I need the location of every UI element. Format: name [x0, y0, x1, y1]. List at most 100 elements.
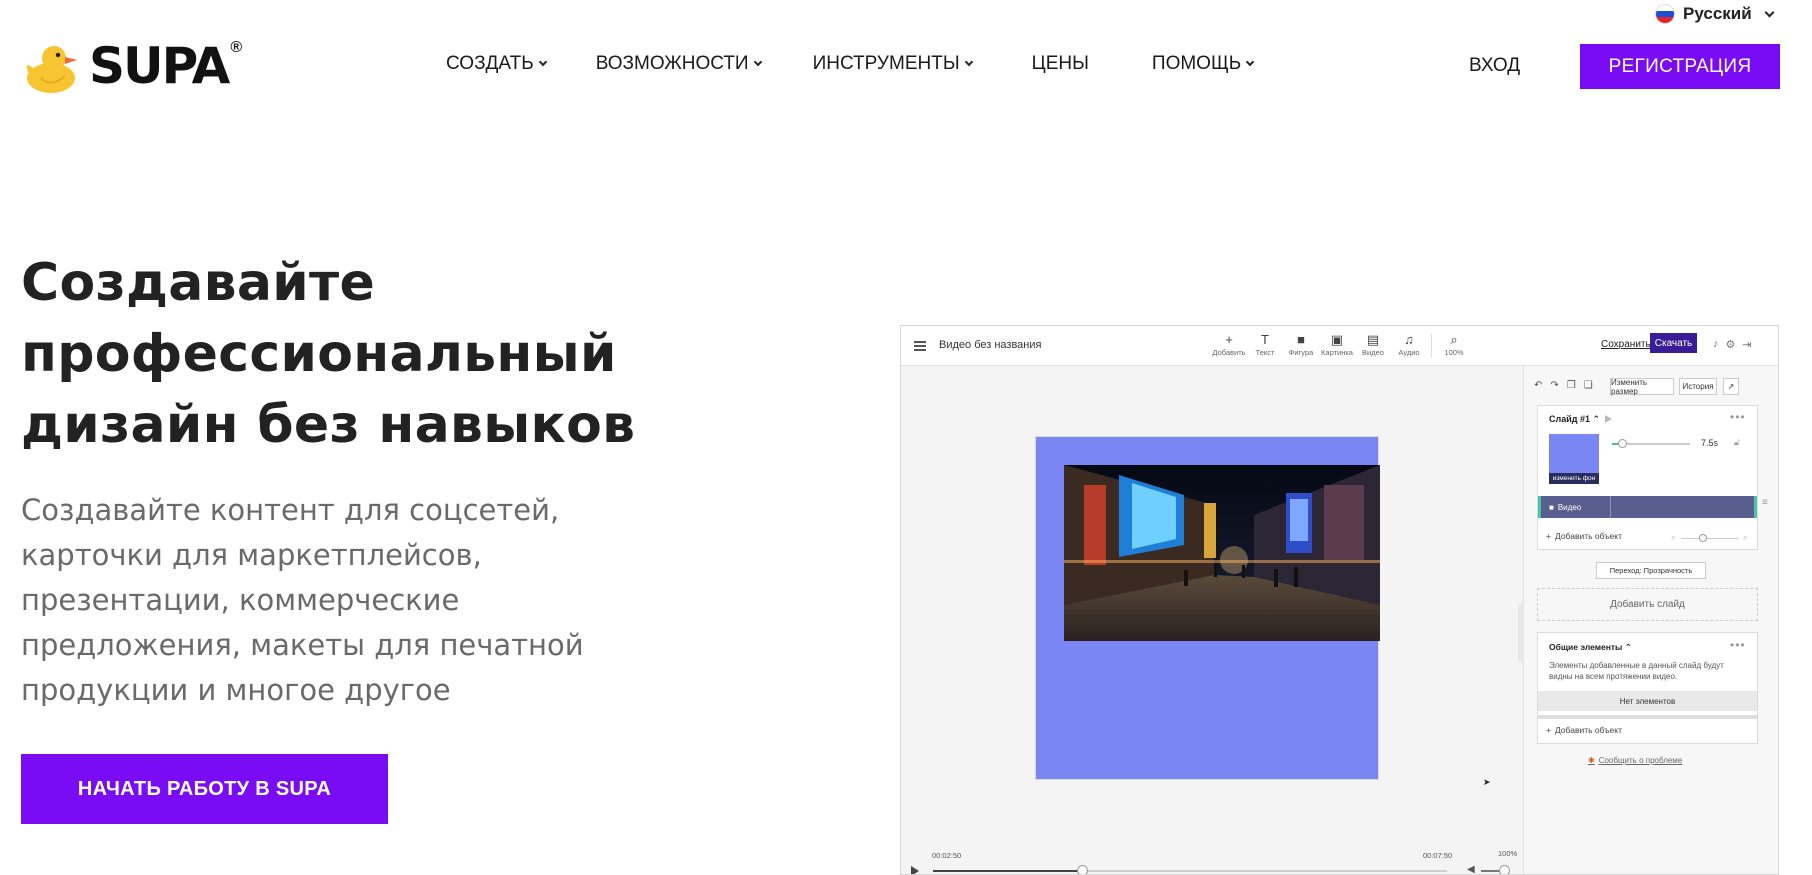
tool-image[interactable]: ▣ Картинка [1319, 332, 1355, 358]
hero-subtitle-line: продукции и многое другое [21, 673, 451, 707]
cursor-icon: ➤ [1483, 777, 1491, 787]
duck-logo-icon [26, 46, 77, 93]
hero-subtitle-line: карточки для маркетплейсов, [21, 538, 482, 572]
external-link-icon[interactable]: ↗ [1723, 378, 1739, 395]
timeline-track[interactable] [933, 865, 1447, 874]
tool-label: Текст [1255, 348, 1275, 357]
slides-panel: ↶ ↷ ❐ ❏ Изменить размер История ↗ Слайд … [1524, 366, 1778, 874]
add-slide-button[interactable]: Добавить слайд [1537, 588, 1758, 621]
tool-label: Аудио [1398, 348, 1420, 357]
editor-preview: Видео без названия + Добавить T Текст ■ Фиг… [900, 325, 1779, 875]
city-street-image [1064, 465, 1380, 641]
tool-add[interactable]: + Добавить [1211, 332, 1247, 358]
tool-label: 100% [1444, 348, 1464, 357]
common-elements-title[interactable]: Общие элементы ⌃ [1549, 642, 1632, 653]
history-button[interactable]: История [1679, 378, 1717, 395]
toolbar-icons: ♪ ⚙ ⇥ [1713, 338, 1752, 351]
zoom-out-icon[interactable]: ⌕ [1671, 533, 1675, 542]
chevron-up-icon[interactable]: ⌃ [1593, 414, 1601, 424]
russia-flag-icon [1655, 4, 1675, 24]
hero-subtitle-line: Создавайте контент для соцсетей, [21, 493, 560, 527]
current-time: 00:02:50 [932, 851, 962, 860]
login-link[interactable]: ВХОД [1469, 55, 1520, 77]
report-problem-label: Сообщить о проблеме [1598, 756, 1683, 765]
video-layer-label: Видео [1557, 502, 1582, 512]
chevron-down-icon [1764, 7, 1775, 17]
slide-canvas[interactable] [1035, 436, 1380, 780]
video-segment-divider [1610, 496, 1611, 518]
duration-slider[interactable] [1612, 439, 1690, 448]
chevron-down-icon [753, 57, 762, 67]
slide-thumbnail[interactable]: изменить фон [1549, 434, 1599, 484]
chevron-down-icon [538, 57, 547, 67]
timeline: 00:02:50 00:07:50 100% ◀ [901, 846, 1523, 874]
tool-zoom[interactable]: ⌕ 100% [1436, 332, 1472, 358]
volume-icon[interactable]: ◀ [1467, 864, 1475, 874]
timeline-progress [933, 870, 1083, 872]
video-layer[interactable]: ■ Видео [1538, 496, 1757, 518]
bell-icon[interactable]: ♪ [1713, 338, 1719, 351]
hero-title-line: дизайн без навыков [21, 395, 636, 455]
editor-toolbar: Видео без названия + Добавить T Текст ■ Фиг… [901, 326, 1778, 366]
zoom-in-icon[interactable]: ⌕ [1743, 533, 1747, 543]
start-button[interactable]: НАЧАТЬ РАБОТУ В SUPA [21, 754, 388, 824]
nav-pricing[interactable]: ЦЕНЫ [1032, 53, 1089, 75]
redo-icon[interactable]: ↷ [1550, 380, 1558, 391]
nav-tools-label: ИНСТРУМЕНТЫ [812, 53, 960, 74]
more-icon[interactable]: ••• [1730, 638, 1746, 652]
logo[interactable]: SUPA ® [21, 38, 242, 94]
add-object-button[interactable]: + Добавить объект [1546, 531, 1622, 541]
zoom-icon: ⌕ [1450, 332, 1458, 347]
menu-icon[interactable] [914, 341, 926, 351]
nav-create[interactable]: СОЗДАТЬ [446, 53, 547, 75]
nav-features[interactable]: ВОЗМОЖНОСТИ [595, 53, 762, 75]
add-object-button[interactable]: + Добавить объект [1546, 725, 1622, 735]
tool-text[interactable]: T Текст [1247, 332, 1283, 358]
lock-icon[interactable]: 🔓︎ [1734, 437, 1740, 448]
nav-help[interactable]: ПОМОЩЬ [1151, 53, 1255, 75]
plus-icon: + [1546, 531, 1551, 541]
layer-zoom-thumb[interactable] [1699, 534, 1707, 542]
more-icon[interactable]: ••• [1730, 410, 1746, 424]
street-photo[interactable] [1064, 465, 1380, 641]
layer-zoom-track[interactable] [1681, 538, 1739, 539]
tool-group: + Добавить T Текст ■ Фигура ▣ Картинка ▤ Виде… [1211, 332, 1472, 358]
undo-icon[interactable]: ↶ [1534, 380, 1542, 391]
logout-icon[interactable]: ⇥ [1742, 338, 1751, 351]
no-elements-label: Нет элементов [1538, 691, 1757, 711]
text-icon: T [1261, 332, 1269, 347]
drag-handle-icon[interactable]: ≡ [1762, 497, 1768, 508]
report-problem-link[interactable]: ✱ Сообщить о проблеме [1588, 756, 1682, 765]
volume-thumb[interactable] [1499, 865, 1510, 874]
signup-button[interactable]: РЕГИСТРАЦИЯ [1580, 44, 1780, 89]
nav-features-label: ВОЗМОЖНОСТИ [595, 53, 749, 74]
bug-icon: ✱ [1588, 756, 1595, 765]
nav-pricing-label: ЦЕНЫ [1031, 53, 1089, 74]
transition-button[interactable]: Переход: Прозрачность [1596, 562, 1706, 579]
tool-video[interactable]: ▤ Видео [1355, 332, 1391, 358]
play-icon[interactable] [911, 866, 919, 874]
tool-audio[interactable]: ♫ Аудио [1391, 332, 1427, 358]
tool-label: Видео [1362, 348, 1384, 357]
slide-card[interactable]: Слайд #1 ⌃ ••• изменить фон 7.5s 🔓︎ ■ Ви… [1537, 405, 1768, 550]
registered-mark: ® [230, 39, 243, 56]
video-camera-icon: ■ [1549, 502, 1554, 512]
copy-icon[interactable]: ❐ [1567, 380, 1576, 391]
paste-icon[interactable]: ❏ [1584, 380, 1593, 391]
nav-tools[interactable]: ИНСТРУМЕНТЫ [812, 53, 973, 75]
image-icon: ▣ [1330, 332, 1344, 347]
download-button[interactable]: Скачать [1650, 333, 1697, 353]
duration-thumb[interactable] [1617, 439, 1627, 448]
slide-play-icon[interactable] [1605, 415, 1612, 423]
timeline-scrubber[interactable] [1077, 865, 1089, 874]
chevron-up-icon: ⌃ [1624, 642, 1632, 652]
nav-create-label: СОЗДАТЬ [446, 53, 534, 74]
document-title[interactable]: Видео без названия [939, 339, 1041, 351]
resize-button[interactable]: Изменить размер [1610, 378, 1674, 396]
tool-shape[interactable]: ■ Фигура [1283, 332, 1319, 358]
save-button[interactable]: Сохранить [1601, 339, 1651, 350]
change-background-button[interactable]: изменить фон [1549, 473, 1599, 484]
language-selector[interactable]: Русский [1655, 4, 1775, 24]
nav-help-label: ПОМОЩЬ [1151, 53, 1242, 74]
gear-icon[interactable]: ⚙ [1726, 338, 1736, 351]
